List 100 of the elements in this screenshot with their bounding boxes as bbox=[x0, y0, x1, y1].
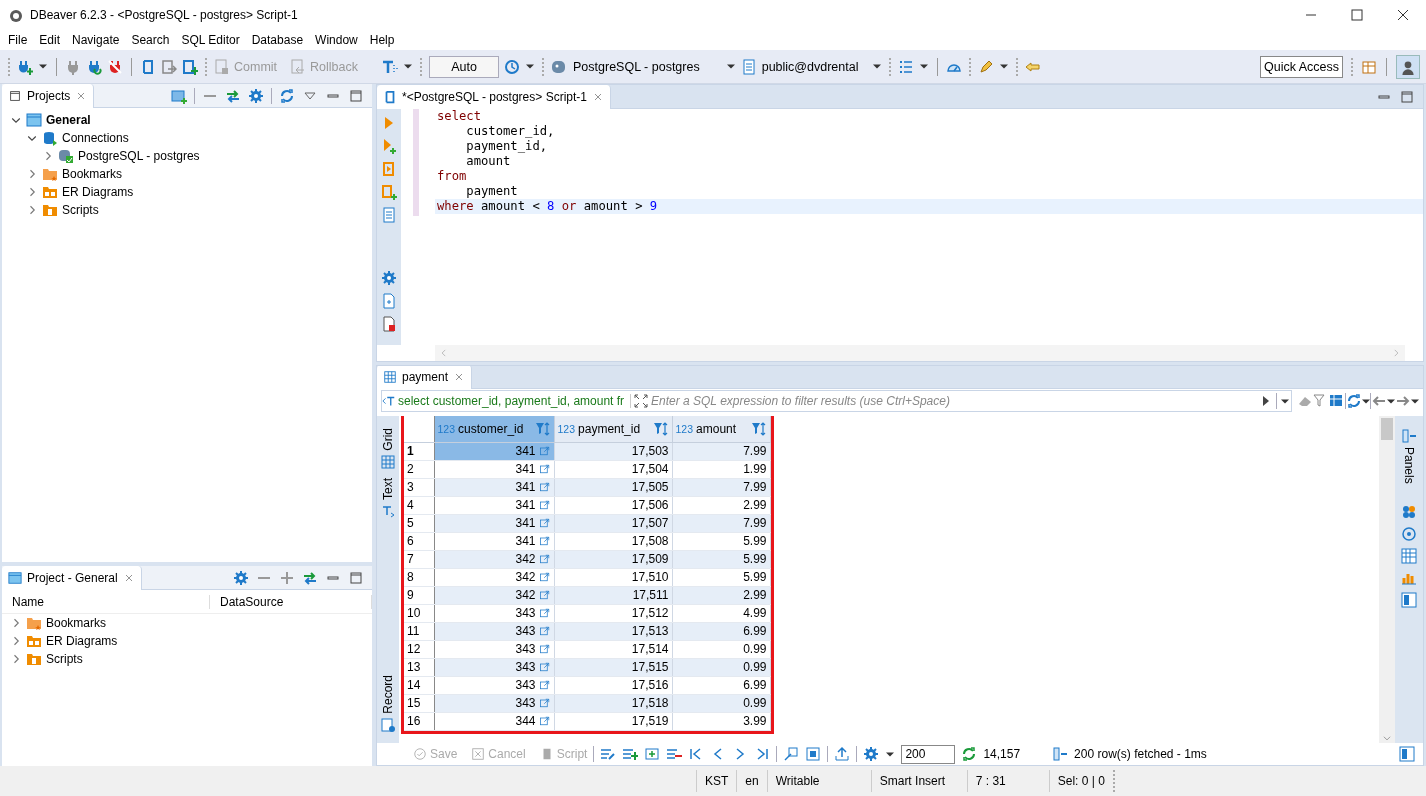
link-icon[interactable] bbox=[538, 679, 551, 691]
results-tab[interactable]: payment bbox=[377, 366, 473, 389]
panels-tab[interactable]: Panels bbox=[1401, 426, 1417, 486]
schema-selector[interactable]: public@dvdrental bbox=[761, 59, 883, 74]
transaction-log-icon[interactable] bbox=[161, 58, 177, 75]
list-icon[interactable] bbox=[898, 58, 915, 75]
scroll-thumb[interactable] bbox=[1381, 418, 1393, 440]
fetch-next-icon[interactable] bbox=[783, 746, 800, 762]
dropdown-caret-icon[interactable] bbox=[404, 64, 412, 69]
maximize-icon[interactable] bbox=[1349, 7, 1365, 23]
sync-icon[interactable] bbox=[1346, 393, 1362, 409]
perspective-icon[interactable] bbox=[1361, 58, 1377, 75]
explain-plan-icon[interactable] bbox=[381, 207, 397, 223]
metadata-icon[interactable] bbox=[1401, 503, 1417, 520]
panel-tab[interactable]: Project - General bbox=[2, 566, 142, 590]
maximize-icon[interactable] bbox=[1399, 88, 1415, 105]
settings-icon[interactable] bbox=[248, 87, 264, 104]
scroll-down-icon[interactable] bbox=[1382, 733, 1392, 743]
link-editor-icon[interactable] bbox=[302, 569, 318, 586]
sql-code-area[interactable]: select customer_id, payment_id, amount from payment where amount < 8 or amount > 9 bbox=[435, 109, 1423, 345]
execute-script-icon[interactable] bbox=[381, 161, 397, 177]
menu-item[interactable]: Search bbox=[125, 33, 176, 47]
tree-item[interactable]: Bookmarks bbox=[46, 616, 107, 630]
menu-item[interactable]: Help bbox=[363, 33, 401, 47]
pen-icon[interactable] bbox=[978, 58, 995, 75]
link-icon[interactable] bbox=[538, 571, 551, 583]
link-icon[interactable] bbox=[538, 553, 551, 565]
plug-icon[interactable] bbox=[65, 58, 81, 75]
tree-item[interactable]: Connections bbox=[62, 131, 129, 145]
column-header[interactable]: Name bbox=[2, 594, 210, 609]
menu-item[interactable]: Navigate bbox=[66, 33, 126, 47]
new-folder-icon[interactable] bbox=[171, 87, 187, 104]
dropdown-caret-icon[interactable] bbox=[1387, 398, 1395, 404]
dropdown-caret-icon[interactable] bbox=[726, 64, 735, 69]
tree-item[interactable]: ER Diagrams bbox=[46, 634, 118, 648]
link-icon[interactable] bbox=[538, 589, 551, 601]
maximize-icon[interactable] bbox=[348, 87, 364, 104]
link-icon[interactable] bbox=[538, 661, 551, 673]
link-icon[interactable] bbox=[538, 463, 551, 475]
edit-row-icon[interactable] bbox=[600, 746, 617, 762]
view-tab[interactable]: Text bbox=[380, 475, 396, 521]
maximize-icon[interactable] bbox=[348, 569, 364, 586]
add-icon[interactable] bbox=[279, 569, 295, 586]
columns-icon[interactable] bbox=[1052, 746, 1069, 762]
link-icon[interactable] bbox=[538, 625, 551, 637]
fetch-size-field[interactable]: 200 bbox=[901, 744, 956, 764]
menu-item[interactable]: SQL Editor bbox=[175, 33, 246, 47]
refresh-icon[interactable] bbox=[961, 746, 978, 762]
tree-item[interactable]: Scripts bbox=[62, 203, 99, 217]
column-header[interactable]: 123 payment_id bbox=[554, 416, 672, 442]
tree-item[interactable]: Scripts bbox=[46, 652, 83, 666]
new-script-icon[interactable] bbox=[381, 293, 397, 309]
layout-toggle-icon[interactable] bbox=[1399, 746, 1415, 762]
column-header[interactable]: 123 amount bbox=[672, 416, 770, 442]
tree-item[interactable]: ER Diagrams bbox=[62, 185, 134, 199]
link-icon[interactable] bbox=[538, 481, 551, 493]
grid-icon[interactable] bbox=[1401, 547, 1417, 564]
settings-icon[interactable] bbox=[233, 569, 249, 586]
view-tab[interactable]: Record bbox=[380, 673, 396, 735]
view-tab[interactable]: Grid bbox=[380, 426, 396, 472]
quick-access-field[interactable]: Quick Access bbox=[1259, 55, 1343, 78]
fetch-all-icon[interactable] bbox=[805, 746, 822, 762]
dropdown-caret-icon[interactable] bbox=[39, 64, 47, 69]
dropdown-caret-icon[interactable] bbox=[526, 64, 534, 69]
menu-item[interactable]: File bbox=[2, 33, 34, 47]
panel-tab[interactable]: Projects bbox=[2, 84, 95, 108]
dropdown-caret-icon[interactable] bbox=[886, 751, 895, 757]
dropdown-caret-icon[interactable] bbox=[1362, 398, 1370, 404]
dropdown-caret-icon[interactable] bbox=[873, 64, 882, 69]
connect-icon[interactable] bbox=[86, 58, 102, 75]
target-icon[interactable] bbox=[1401, 525, 1417, 542]
transaction-icon[interactable] bbox=[140, 58, 156, 75]
link-icon[interactable] bbox=[538, 517, 551, 529]
link-editor-icon[interactable] bbox=[225, 87, 241, 104]
tree-item[interactable]: General bbox=[46, 113, 91, 127]
dropdown-caret-icon[interactable] bbox=[1000, 64, 1009, 69]
vertical-scrollbar[interactable] bbox=[1379, 416, 1395, 743]
link-icon[interactable] bbox=[538, 499, 551, 511]
menu-item[interactable]: Window bbox=[309, 33, 364, 47]
history-icon[interactable] bbox=[504, 58, 520, 75]
new-connection-icon[interactable] bbox=[17, 58, 33, 75]
column-header[interactable]: 123 customer_id bbox=[434, 416, 554, 442]
add-row-icon[interactable] bbox=[622, 746, 639, 762]
link-icon[interactable] bbox=[538, 643, 551, 655]
new-transaction-icon[interactable] bbox=[182, 58, 198, 75]
dropdown-caret-icon[interactable] bbox=[920, 64, 929, 69]
schema-icon[interactable] bbox=[740, 58, 757, 75]
format-icon[interactable] bbox=[382, 58, 398, 75]
close-icon[interactable] bbox=[1395, 7, 1411, 23]
tree-item[interactable]: PostgreSQL - postgres bbox=[78, 149, 200, 163]
script-file-icon[interactable] bbox=[381, 316, 397, 332]
filter-sort-icon[interactable] bbox=[652, 420, 669, 437]
save-filter-icon[interactable] bbox=[1329, 393, 1345, 409]
link-icon[interactable] bbox=[538, 715, 551, 727]
export-icon[interactable] bbox=[834, 746, 851, 762]
menu-item[interactable]: Database bbox=[245, 33, 310, 47]
execute-script-new-tab-icon[interactable] bbox=[381, 184, 397, 200]
dropdown-caret-icon[interactable] bbox=[1411, 398, 1419, 404]
sync-icon[interactable] bbox=[279, 87, 295, 104]
transaction-mode-field[interactable]: Auto bbox=[429, 55, 499, 78]
